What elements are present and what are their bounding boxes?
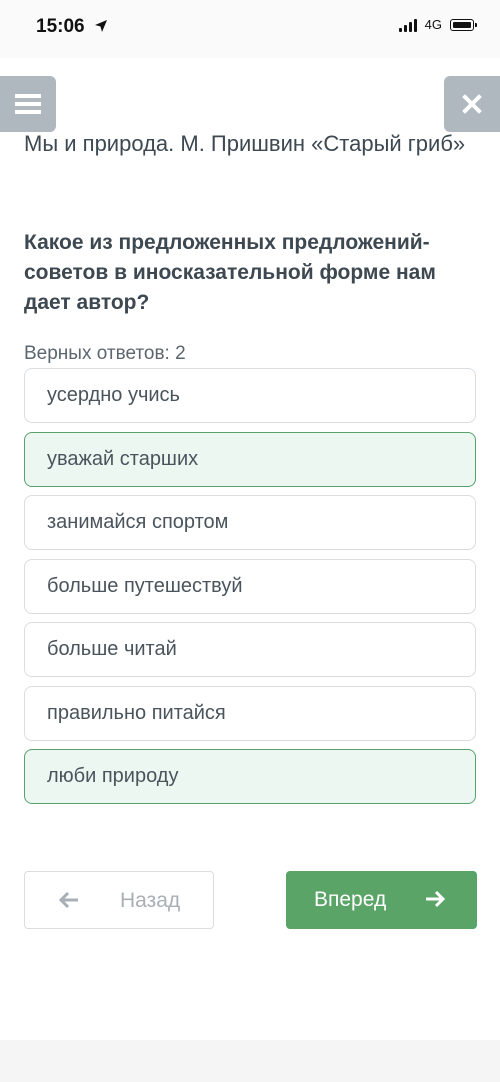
answer-option[interactable]: больше читай xyxy=(24,622,476,677)
answers-count: Верных ответов: 2 xyxy=(24,343,186,364)
question-text: Какое из предложенных предложений-совето… xyxy=(24,231,436,314)
location-arrow-icon xyxy=(94,20,107,32)
menu-button[interactable] xyxy=(0,76,56,132)
back-button-label: Назад xyxy=(120,889,181,912)
back-button[interactable]: Назад xyxy=(24,871,214,929)
answer-option-label: больше путешествуй xyxy=(47,574,243,597)
answer-option[interactable]: уважай старших xyxy=(24,431,476,487)
lesson-title: Мы и природа. М. Пришвин «Старый гриб» xyxy=(24,131,466,156)
close-icon xyxy=(462,94,482,114)
answer-options: усердно учись уважай старших занимайся с… xyxy=(24,368,476,813)
answer-option[interactable]: правильно питайся xyxy=(24,685,476,741)
answer-option-label: усердно учись xyxy=(47,384,180,406)
bottom-bar xyxy=(0,1040,500,1082)
hamburger-icon xyxy=(15,94,41,114)
answer-option-label: занимайся спортом xyxy=(47,511,229,533)
answer-option[interactable]: люби природу xyxy=(24,749,476,804)
arrow-left-icon xyxy=(59,891,78,909)
status-time: 15:06 xyxy=(36,16,108,38)
status-bar: 15:06 4G xyxy=(0,0,500,58)
battery-icon xyxy=(450,18,477,31)
answer-option[interactable]: усердно учись xyxy=(24,368,476,423)
network-type: 4G xyxy=(424,17,442,32)
answer-option-label: правильно питайся xyxy=(47,701,226,724)
answer-option[interactable]: больше путешествуй xyxy=(24,558,476,614)
answer-option-label: уважай старших xyxy=(47,447,199,470)
answer-option-label: больше читай xyxy=(47,638,177,660)
status-time-text: 15:06 xyxy=(36,16,85,37)
answer-option[interactable]: занимайся спортом xyxy=(24,495,476,550)
status-indicators: 4G xyxy=(398,17,477,32)
close-button[interactable] xyxy=(444,76,500,132)
next-button-label: Вперед xyxy=(314,888,387,911)
answer-option-label: люби природу xyxy=(47,765,179,787)
next-button[interactable]: Вперед xyxy=(286,871,477,929)
arrow-right-icon xyxy=(426,890,445,908)
signal-icon xyxy=(398,18,417,32)
